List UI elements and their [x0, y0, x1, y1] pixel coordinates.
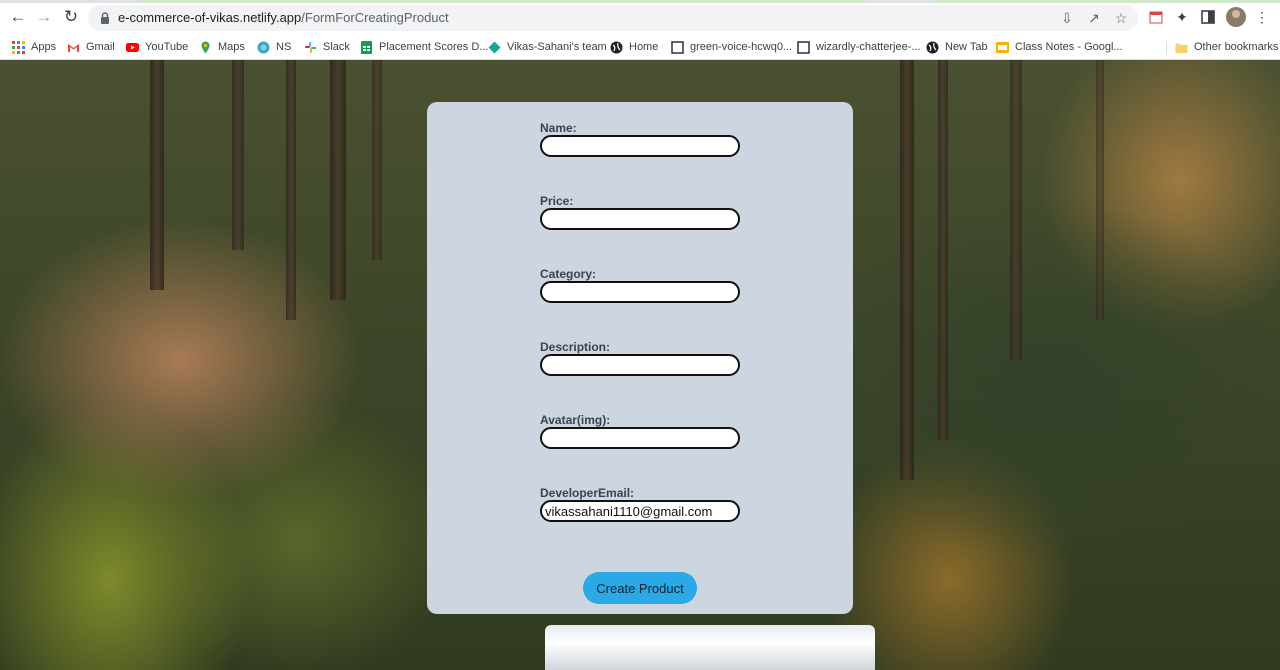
page-icon [671, 40, 684, 54]
bookmark-gmail[interactable]: Gmail [67, 38, 115, 56]
bookmarks-separator [1166, 41, 1167, 55]
folder-icon [1175, 43, 1188, 53]
slack-icon [305, 41, 316, 53]
bookmark-label: Class Notes - Googl... [1015, 41, 1123, 53]
page-icon [797, 40, 810, 54]
category-input[interactable] [540, 281, 740, 303]
bookmark-label: Slack [323, 41, 350, 53]
bookmark-maps[interactable]: Maps [199, 38, 245, 56]
bookmark-youtube[interactable]: YouTube [126, 38, 188, 56]
globe-icon [926, 41, 939, 53]
bookmark-apps[interactable]: Apps [12, 38, 56, 56]
url-text: e-commerce-of-vikas.netlify.app/FormForC… [118, 10, 449, 25]
bookmark-label: NS [276, 41, 292, 53]
page-viewport: Name: Price: Category: Description: Avat… [0, 60, 1280, 670]
slides-icon [996, 41, 1009, 53]
globe-icon [257, 41, 270, 53]
waterfall [545, 625, 875, 670]
avatar-label: Avatar(img): [540, 413, 611, 427]
bookmark-vikas-team[interactable]: Vikas-Sahani's team [488, 38, 607, 56]
bookmark-slack[interactable]: Slack [304, 38, 350, 56]
browser-toolbar: ← → ↻ e-commerce-of-vikas.netlify.app/Fo… [0, 3, 1280, 33]
developer-email-label: DeveloperEmail: [540, 486, 635, 500]
reload-icon[interactable]: ↻ [59, 5, 83, 29]
price-label: Price: [540, 194, 574, 208]
description-input[interactable] [540, 354, 740, 376]
menu-kebab-icon[interactable]: ⋮ [1252, 7, 1272, 27]
bookmark-green-voice[interactable]: green-voice-hcwq0... [671, 38, 792, 56]
address-bar[interactable]: e-commerce-of-vikas.netlify.app/FormForC… [88, 5, 1138, 31]
bookmark-class-notes[interactable]: Class Notes - Googl... [996, 38, 1123, 56]
globe-icon [610, 41, 623, 53]
url-path: /FormForCreatingProduct [301, 10, 449, 25]
back-arrow-icon[interactable]: ← [6, 5, 30, 29]
bookmark-label: New Tab [945, 41, 988, 53]
youtube-icon [126, 42, 139, 52]
bookmark-wizardly-chatterjee[interactable]: wizardly-chatterjee-... [797, 38, 921, 56]
install-app-icon[interactable]: ⇩ [1058, 9, 1076, 27]
bookmark-label: Other bookmarks [1194, 41, 1279, 53]
gmail-icon [68, 43, 79, 52]
maps-icon [201, 41, 210, 53]
extensions-puzzle-icon[interactable]: ✦ [1172, 7, 1192, 27]
bookmark-star-icon[interactable]: ☆ [1112, 9, 1130, 27]
forward-arrow-icon[interactable]: → [32, 5, 56, 29]
bookmark-new-tab[interactable]: New Tab [926, 38, 988, 56]
bookmark-label: green-voice-hcwq0... [690, 41, 793, 53]
bookmark-label: Gmail [86, 41, 115, 53]
side-panel-icon[interactable] [1198, 7, 1218, 27]
bookmark-other[interactable]: Other bookmarks [1175, 38, 1278, 56]
create-product-form: Name: Price: Category: Description: Avat… [427, 102, 853, 614]
bookmark-label: Vikas-Sahani's team [507, 41, 607, 53]
url-host: e-commerce-of-vikas.netlify.app [118, 10, 302, 25]
bookmark-label: YouTube [145, 41, 189, 53]
name-input[interactable] [540, 135, 740, 157]
share-icon[interactable]: ↗ [1085, 9, 1103, 27]
category-label: Category: [540, 267, 597, 281]
bookmark-ns[interactable]: NS [257, 38, 291, 56]
sheets-icon [361, 40, 372, 54]
lock-icon [101, 12, 109, 24]
extension-calendar-icon[interactable] [1146, 7, 1166, 27]
bookmark-label: Apps [31, 41, 57, 53]
profile-avatar[interactable] [1226, 7, 1246, 27]
developer-email-input[interactable] [540, 500, 740, 522]
bookmark-label: Maps [218, 41, 245, 53]
apps-grid-icon [12, 40, 25, 54]
description-label: Description: [540, 340, 611, 354]
bookmark-label: Placement Scores D... [379, 41, 489, 53]
bookmarks-bar: Apps Gmail YouTube Maps NS Slack Placeme… [0, 34, 1280, 60]
bookmark-label: wizardly-chatterjee-... [816, 41, 921, 53]
avatar-input[interactable] [540, 427, 740, 449]
create-product-button[interactable]: Create Product [583, 572, 697, 604]
bookmark-placement-scores[interactable]: Placement Scores D... [360, 38, 488, 56]
name-label: Name: [540, 121, 577, 135]
price-input[interactable] [540, 208, 740, 230]
bookmark-label: Home [629, 41, 659, 53]
bookmark-home[interactable]: Home [610, 38, 658, 56]
diamond-icon [488, 41, 501, 53]
